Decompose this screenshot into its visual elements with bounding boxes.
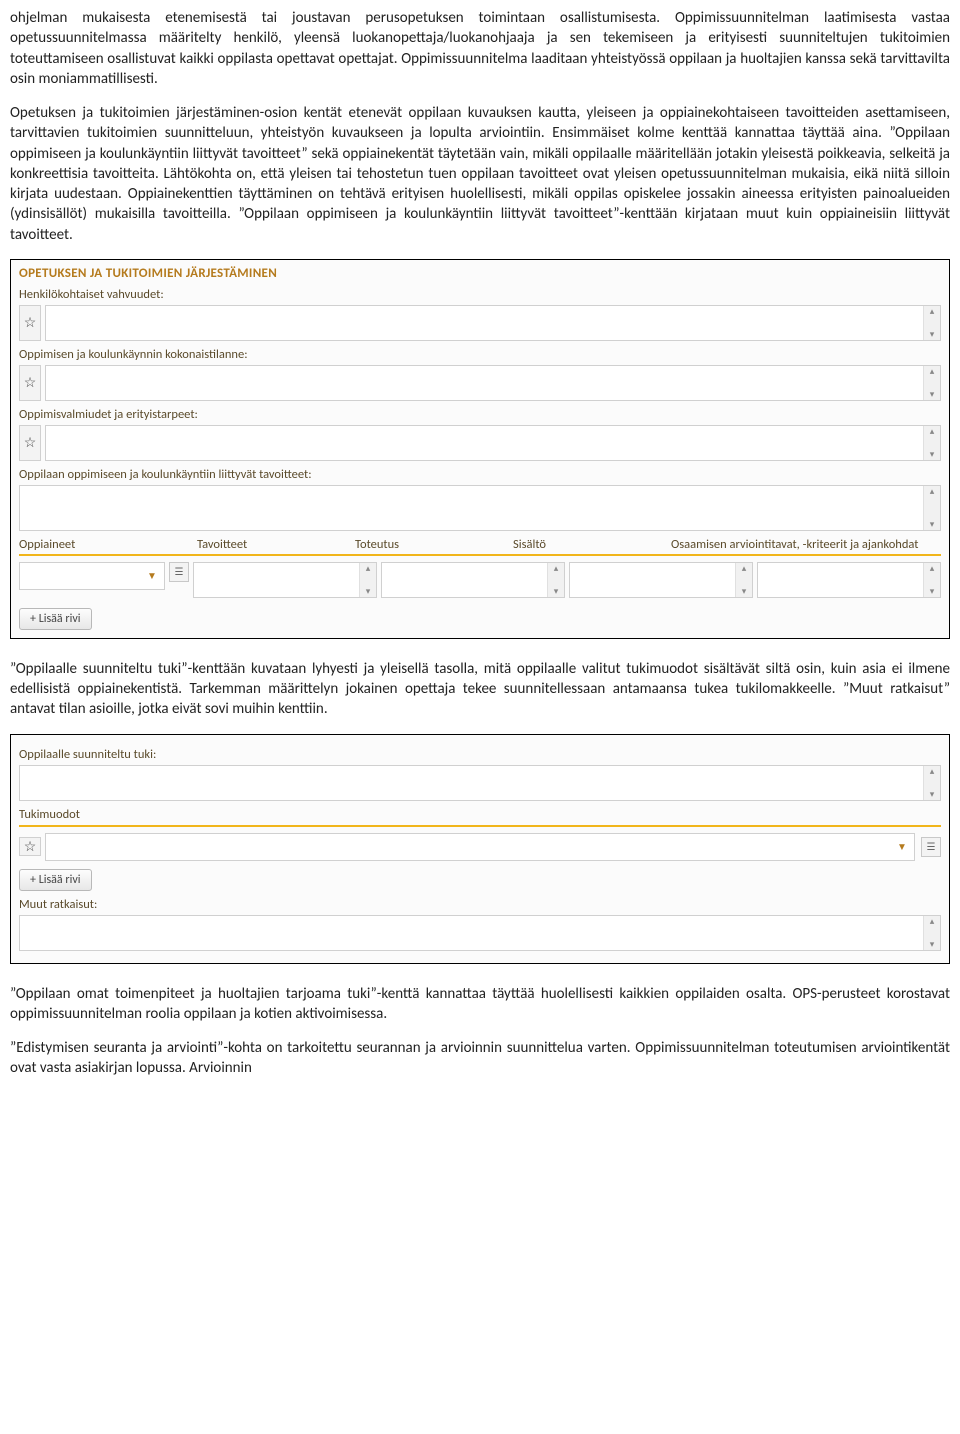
star-icon[interactable]: ☆ bbox=[19, 365, 41, 401]
textarea-muut-ratkaisut[interactable]: ▴▾ bbox=[19, 915, 941, 951]
label-oppimisvalmiudet: Oppimisvalmiudet ja erityistarpeet: bbox=[19, 407, 941, 422]
subject-row: ▼ ☰ ▴▾ ▴▾ ▴▾ ▴▾ bbox=[19, 562, 941, 598]
divider bbox=[19, 554, 941, 556]
paragraph-5: ”Edistymisen seuranta ja arviointi”-koht… bbox=[10, 1038, 950, 1079]
col-tavoitteet: Tavoitteet bbox=[197, 537, 355, 552]
list-icon[interactable]: ☰ bbox=[921, 837, 941, 857]
textarea-tavoitteet-cell[interactable]: ▴▾ bbox=[193, 562, 377, 598]
textarea-kokonaistilanne[interactable]: ▴▾ bbox=[45, 365, 941, 401]
col-arviointi: Osaamisen arviointitavat, -kriteerit ja … bbox=[671, 537, 941, 552]
textarea-vahvuudet[interactable]: ▴▾ bbox=[45, 305, 941, 341]
form-suunniteltu-tuki: Oppilaalle suunniteltu tuki: ▴▾ Tukimuod… bbox=[10, 734, 950, 964]
textarea-sisalto-cell[interactable]: ▴▾ bbox=[569, 562, 753, 598]
textarea-oppimisvalmiudet[interactable]: ▴▾ bbox=[45, 425, 941, 461]
label-vahvuudet: Henkilökohtaiset vahvuudet: bbox=[19, 287, 941, 302]
chevron-down-icon: ▼ bbox=[144, 569, 160, 582]
scrollbar[interactable]: ▴▾ bbox=[923, 916, 940, 950]
label-kokonaistilanne: Oppimisen ja koulunkäynnin kokonaistilan… bbox=[19, 347, 941, 362]
textarea-toteutus-cell[interactable]: ▴▾ bbox=[381, 562, 565, 598]
divider bbox=[19, 825, 941, 827]
chevron-down-icon: ▼ bbox=[894, 840, 910, 853]
paragraph-3: ”Oppilaalle suunniteltu tuki”-kenttään k… bbox=[10, 659, 950, 720]
col-toteutus: Toteutus bbox=[355, 537, 513, 552]
dropdown-oppiaine[interactable]: ▼ bbox=[19, 562, 165, 590]
section-heading: OPETUKSEN JA TUKITOIMIEN JÄRJESTÄMINEN bbox=[19, 266, 941, 281]
paragraph-2: Opetuksen ja tukitoimien järjestäminen-o… bbox=[10, 103, 950, 245]
dropdown-tukimuoto[interactable]: ▼ bbox=[45, 833, 915, 861]
label-suunniteltu-tuki: Oppilaalle suunniteltu tuki: bbox=[19, 747, 941, 762]
col-oppiaineet: Oppiaineet bbox=[19, 537, 197, 552]
paragraph-4: ”Oppilaan omat toimenpiteet ja huoltajie… bbox=[10, 984, 950, 1025]
label-tavoitteet: Oppilaan oppimiseen ja koulunkäyntiin li… bbox=[19, 467, 941, 482]
add-row-button[interactable]: + Lisää rivi bbox=[19, 869, 92, 891]
list-icon[interactable]: ☰ bbox=[169, 562, 189, 582]
form-opetuksen-jarjestaminen: OPETUKSEN JA TUKITOIMIEN JÄRJESTÄMINEN H… bbox=[10, 259, 950, 639]
star-icon[interactable]: ☆ bbox=[19, 837, 41, 856]
col-sisalto: Sisältö bbox=[513, 537, 671, 552]
label-tukimuodot: Tukimuodot bbox=[19, 807, 941, 822]
scrollbar[interactable]: ▴▾ bbox=[923, 366, 940, 400]
scrollbar[interactable]: ▴▾ bbox=[923, 766, 940, 800]
scrollbar[interactable]: ▴▾ bbox=[923, 306, 940, 340]
subject-column-headers: Oppiaineet Tavoitteet Toteutus Sisältö O… bbox=[19, 537, 941, 552]
star-icon[interactable]: ☆ bbox=[19, 305, 41, 341]
scrollbar[interactable]: ▴▾ bbox=[923, 426, 940, 460]
scrollbar[interactable]: ▴▾ bbox=[923, 486, 940, 530]
add-row-button[interactable]: + Lisää rivi bbox=[19, 608, 92, 630]
star-icon[interactable]: ☆ bbox=[19, 425, 41, 461]
textarea-tavoitteet[interactable]: ▴▾ bbox=[19, 485, 941, 531]
paragraph-1: ohjelman mukaisesta etenemisestä tai jou… bbox=[10, 8, 950, 89]
label-muut-ratkaisut: Muut ratkaisut: bbox=[19, 897, 941, 912]
textarea-suunniteltu-tuki[interactable]: ▴▾ bbox=[19, 765, 941, 801]
textarea-arviointi-cell[interactable]: ▴▾ bbox=[757, 562, 941, 598]
